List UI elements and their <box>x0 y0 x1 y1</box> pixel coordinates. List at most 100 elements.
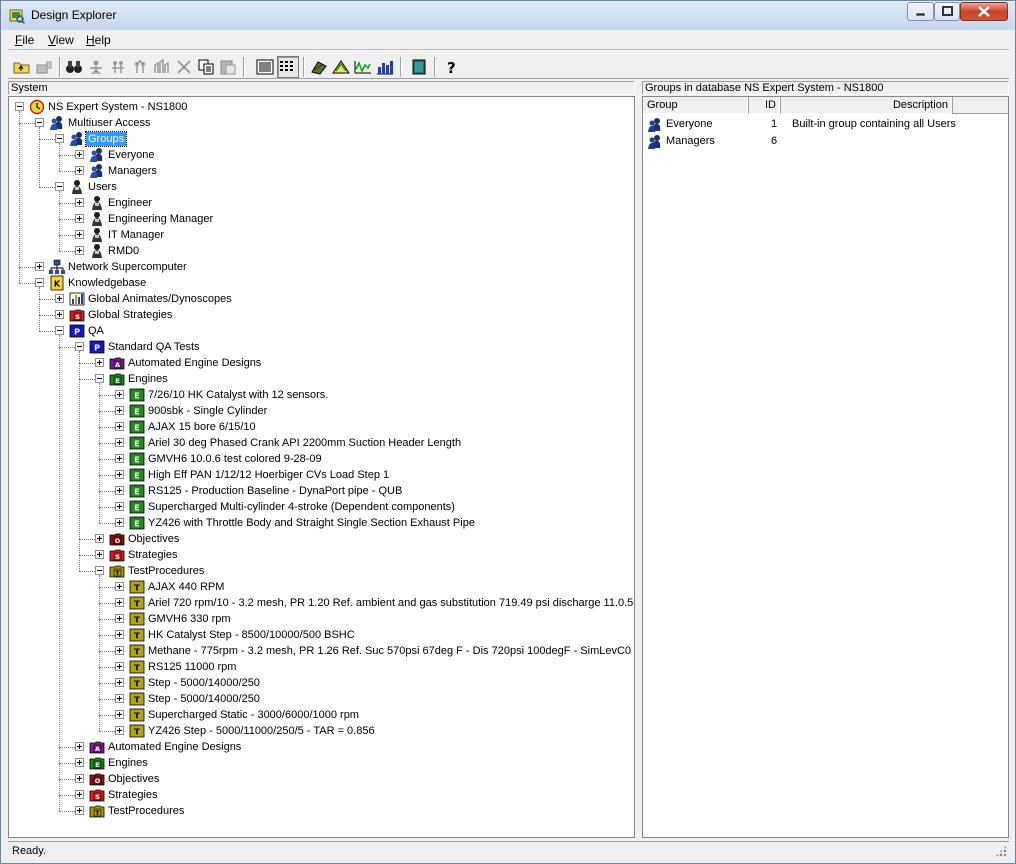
expand-icon[interactable] <box>95 534 104 543</box>
tree-node[interactable]: T Step - 5000/14000/250 <box>9 691 634 707</box>
plot-button[interactable] <box>352 56 374 78</box>
tree-node-label[interactable]: RS125 - Production Baseline - DynaPort p… <box>146 484 404 498</box>
tree-node[interactable]: T TestProcedures <box>9 803 634 819</box>
tree-node-label[interactable]: Automated Engine Designs <box>126 356 263 370</box>
expand-icon[interactable] <box>75 806 84 815</box>
tree-node-label[interactable]: GMVH6 330 rpm <box>146 612 233 626</box>
tree-node[interactable]: IT Manager <box>9 227 634 243</box>
tree-node-label[interactable]: Methane - 775rpm - 3.2 mesh, PR 1.26 Ref… <box>146 644 634 658</box>
tree-node[interactable]: T AJAX 440 RPM <box>9 579 634 595</box>
expand-icon[interactable] <box>75 758 84 767</box>
expand-icon[interactable] <box>115 710 124 719</box>
tree-node-label[interactable]: Step - 5000/14000/250 <box>146 676 262 690</box>
tree-node[interactable]: Multiuser Access <box>9 115 634 131</box>
tree-node[interactable]: E Engines <box>9 755 634 771</box>
collapse-icon[interactable] <box>95 374 104 383</box>
expand-icon[interactable] <box>115 662 124 671</box>
expand-icon[interactable] <box>35 262 44 271</box>
expand-icon[interactable] <box>55 294 64 303</box>
tree-node[interactable]: Managers <box>9 163 634 179</box>
tree-node-label[interactable]: HK Catalyst Step - 8500/10000/500 BSHC <box>146 628 357 642</box>
tree-node[interactable]: T GMVH6 330 rpm <box>9 611 634 627</box>
chart-button[interactable] <box>374 56 396 78</box>
minimize-button[interactable] <box>907 2 934 21</box>
tree-node-label[interactable]: Global Strategies <box>86 308 174 322</box>
tree-node-label[interactable]: Users <box>86 180 119 194</box>
tree-node-label[interactable]: Objectives <box>126 532 181 546</box>
tree-node-label[interactable]: Engines <box>126 372 170 386</box>
tree-node[interactable]: E Supercharged Multi-cylinder 4-stroke (D… <box>9 499 634 515</box>
expand-icon[interactable] <box>115 646 124 655</box>
tree-node-label[interactable]: Automated Engine Designs <box>106 740 243 754</box>
tree-node-label[interactable]: Supercharged Multi-cylinder 4-stroke (De… <box>146 500 457 514</box>
tree-node[interactable]: Global Animates/Dynoscopes <box>9 291 634 307</box>
users-add-button[interactable] <box>129 56 151 78</box>
tree-node-label[interactable]: TestProcedures <box>106 804 186 818</box>
tree-node[interactable]: E Engines <box>9 371 634 387</box>
collapse-icon[interactable] <box>55 134 64 143</box>
person-button[interactable] <box>85 56 107 78</box>
tree-node[interactable]: S Strategies <box>9 787 634 803</box>
tree-node[interactable]: E 7/26/10 HK Catalyst with 12 sensors. <box>9 387 634 403</box>
tree-node[interactable]: O Objectives <box>9 531 634 547</box>
book-button[interactable] <box>408 56 430 78</box>
tree-node[interactable]: P QA <box>9 323 634 339</box>
groups-list[interactable]: Group ID Description Everyone 1 Built-in… <box>642 96 1009 838</box>
expand-icon[interactable] <box>75 198 84 207</box>
collapse-icon[interactable] <box>75 342 84 351</box>
collapse-icon[interactable] <box>15 102 24 111</box>
tree-node[interactable]: T Step - 5000/14000/250 <box>9 675 634 691</box>
tree-node[interactable]: RMD0 <box>9 243 634 259</box>
expand-icon[interactable] <box>115 726 124 735</box>
system-tree[interactable]: NS Expert System - NS1800 Multiuser Acces… <box>8 96 635 838</box>
close-button[interactable] <box>960 2 1008 21</box>
expand-icon[interactable] <box>115 470 124 479</box>
tree-node[interactable]: T HK Catalyst Step - 8500/10000/500 BSHC <box>9 627 634 643</box>
find-button[interactable] <box>63 56 85 78</box>
tree-node-label[interactable]: IT Manager <box>106 228 166 242</box>
pane-splitter[interactable] <box>635 81 642 838</box>
tree-node-label[interactable]: RMD0 <box>106 244 141 258</box>
tree-node-label[interactable]: Strategies <box>126 548 180 562</box>
tree-node-label[interactable]: 7/26/10 HK Catalyst with 12 sensors. <box>146 388 330 402</box>
tree-node[interactable]: E RS125 - Production Baseline - DynaPort … <box>9 483 634 499</box>
tree-node[interactable]: E YZ426 with Throttle Body and Straight S… <box>9 515 634 531</box>
tree-node-label[interactable]: Multiuser Access <box>66 116 153 130</box>
expand-icon[interactable] <box>115 390 124 399</box>
expand-icon[interactable] <box>75 230 84 239</box>
expand-icon[interactable] <box>115 518 124 527</box>
collapse-icon[interactable] <box>95 566 104 575</box>
tree-node-label[interactable]: TestProcedures <box>126 564 206 578</box>
tree-node-label[interactable]: Global Animates/Dynoscopes <box>86 292 234 306</box>
tree-node[interactable]: A Automated Engine Designs <box>9 355 634 371</box>
tree-node-label[interactable]: NS Expert System - NS1800 <box>46 100 189 114</box>
menu-help[interactable]: Help <box>86 33 111 47</box>
tree-node-label[interactable]: AJAX 440 RPM <box>146 580 226 594</box>
expand-icon[interactable] <box>115 406 124 415</box>
tree-node-label[interactable]: 900sbk - Single Cylinder <box>146 404 269 418</box>
copy-button[interactable] <box>195 56 217 78</box>
collapse-icon[interactable] <box>55 326 64 335</box>
collapse-icon[interactable] <box>35 118 44 127</box>
tree-node[interactable]: T TestProcedures <box>9 563 634 579</box>
expand-icon[interactable] <box>75 790 84 799</box>
column-header-group[interactable]: Group <box>643 97 749 114</box>
tree-node-label[interactable]: YZ426 with Throttle Body and Straight Si… <box>146 516 477 530</box>
tree-node[interactable]: E High Eff PAN 1/12/12 Hoerbiger CVs Load… <box>9 467 634 483</box>
tree-node-label[interactable]: Engineering Manager <box>106 212 215 226</box>
expand-icon[interactable] <box>95 550 104 559</box>
tree-node[interactable]: Network Supercomputer <box>9 259 634 275</box>
tree-node[interactable]: T Ariel 720 rpm/10 - 3.2 mesh, PR 1.20 Re… <box>9 595 634 611</box>
tree-node-label[interactable]: High Eff PAN 1/12/12 Hoerbiger CVs Load … <box>146 468 391 482</box>
tree-node-label[interactable]: Objectives <box>106 772 161 786</box>
tree-node-label[interactable]: Knowledgebase <box>66 276 148 290</box>
tree-node[interactable]: T Supercharged Static - 3000/6000/1000 rp… <box>9 707 634 723</box>
expand-icon[interactable] <box>75 166 84 175</box>
expand-icon[interactable] <box>115 598 124 607</box>
tree-node[interactable]: T Methane - 775rpm - 3.2 mesh, PR 1.26 Re… <box>9 643 634 659</box>
tree-node-label[interactable]: Engineer <box>106 196 154 210</box>
tree-node[interactable]: Engineer <box>9 195 634 211</box>
tree-node-label[interactable]: AJAX 15 bore 6/15/10 <box>146 420 258 434</box>
tree-node[interactable]: O Objectives <box>9 771 634 787</box>
expand-icon[interactable] <box>115 454 124 463</box>
